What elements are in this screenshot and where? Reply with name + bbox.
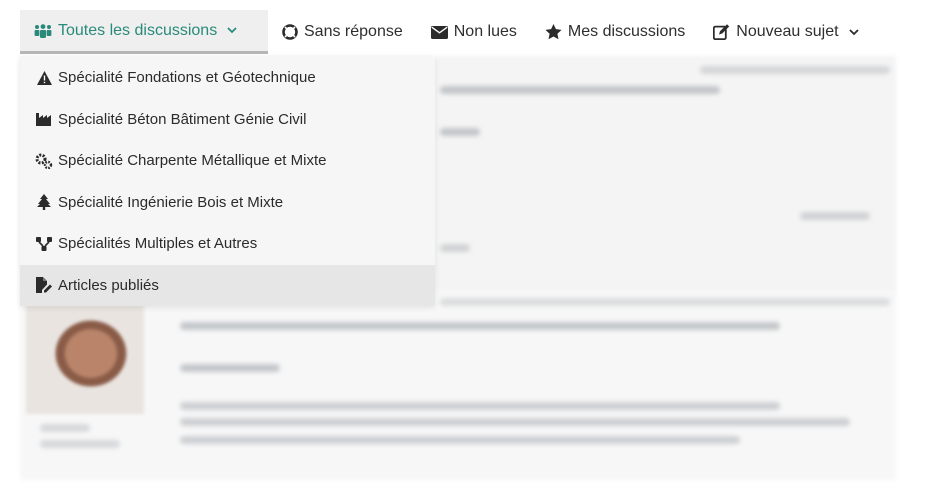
warning-triangle-icon [34,70,54,85]
discussions-dropdown-menu: Spécialité Fondations et Géotechnique Sp… [20,57,435,306]
dropdown-item-label: Articles publiés [58,276,159,294]
chevron-down-icon [848,28,859,36]
nav-my-discussions-label: Mes discussions [567,23,686,40]
nav-all-discussions-label: Toutes les discussions [58,21,218,39]
nav-new-topic-label: Nouveau sujet [736,23,839,40]
nav-unread[interactable]: Non lues [417,10,531,54]
user-avatar [26,304,144,414]
network-icon [34,236,54,251]
nav-unread-label: Non lues [453,23,517,40]
file-signature-icon [34,277,54,294]
dropdown-item-articles[interactable]: Articles publiés [20,264,435,306]
dropdown-item-label: Spécialité Fondations et Géotechnique [58,69,316,87]
edit-icon [713,24,730,40]
dropdown-item-charpente[interactable]: Spécialité Charpente Métallique et Mixte [20,140,435,182]
discussion-nav-bar: Toutes les discussions Sans réponse Non … [20,10,920,54]
blurred-post-card [20,290,896,480]
nav-unanswered[interactable]: Sans réponse [268,10,417,54]
dropdown-item-label: Spécialités Multiples et Autres [58,235,258,253]
tree-icon [34,194,54,211]
cogs-icon [34,153,54,169]
dropdown-item-label: Spécialité Charpente Métallique et Mixte [58,152,327,170]
dropdown-item-beton[interactable]: Spécialité Béton Bâtiment Génie Civil [20,99,435,141]
envelope-icon [430,25,448,39]
nav-unanswered-label: Sans réponse [304,23,403,40]
industry-icon [34,112,54,126]
nav-new-topic[interactable]: Nouveau sujet [699,10,872,54]
life-ring-icon [282,24,298,40]
dropdown-item-label: Spécialité Béton Bâtiment Génie Civil [58,110,307,128]
chevron-down-icon [227,27,237,34]
nav-all-discussions[interactable]: Toutes les discussions [20,10,268,54]
dropdown-item-multiples[interactable]: Spécialités Multiples et Autres [20,223,435,265]
dropdown-item-label: Spécialité Ingénierie Bois et Mixte [58,193,284,211]
users-icon [34,23,52,38]
dropdown-item-bois[interactable]: Spécialité Ingénierie Bois et Mixte [20,182,435,224]
dropdown-item-fondations[interactable]: Spécialité Fondations et Géotechnique [20,57,435,99]
star-icon [545,24,562,40]
nav-my-discussions[interactable]: Mes discussions [531,10,699,54]
